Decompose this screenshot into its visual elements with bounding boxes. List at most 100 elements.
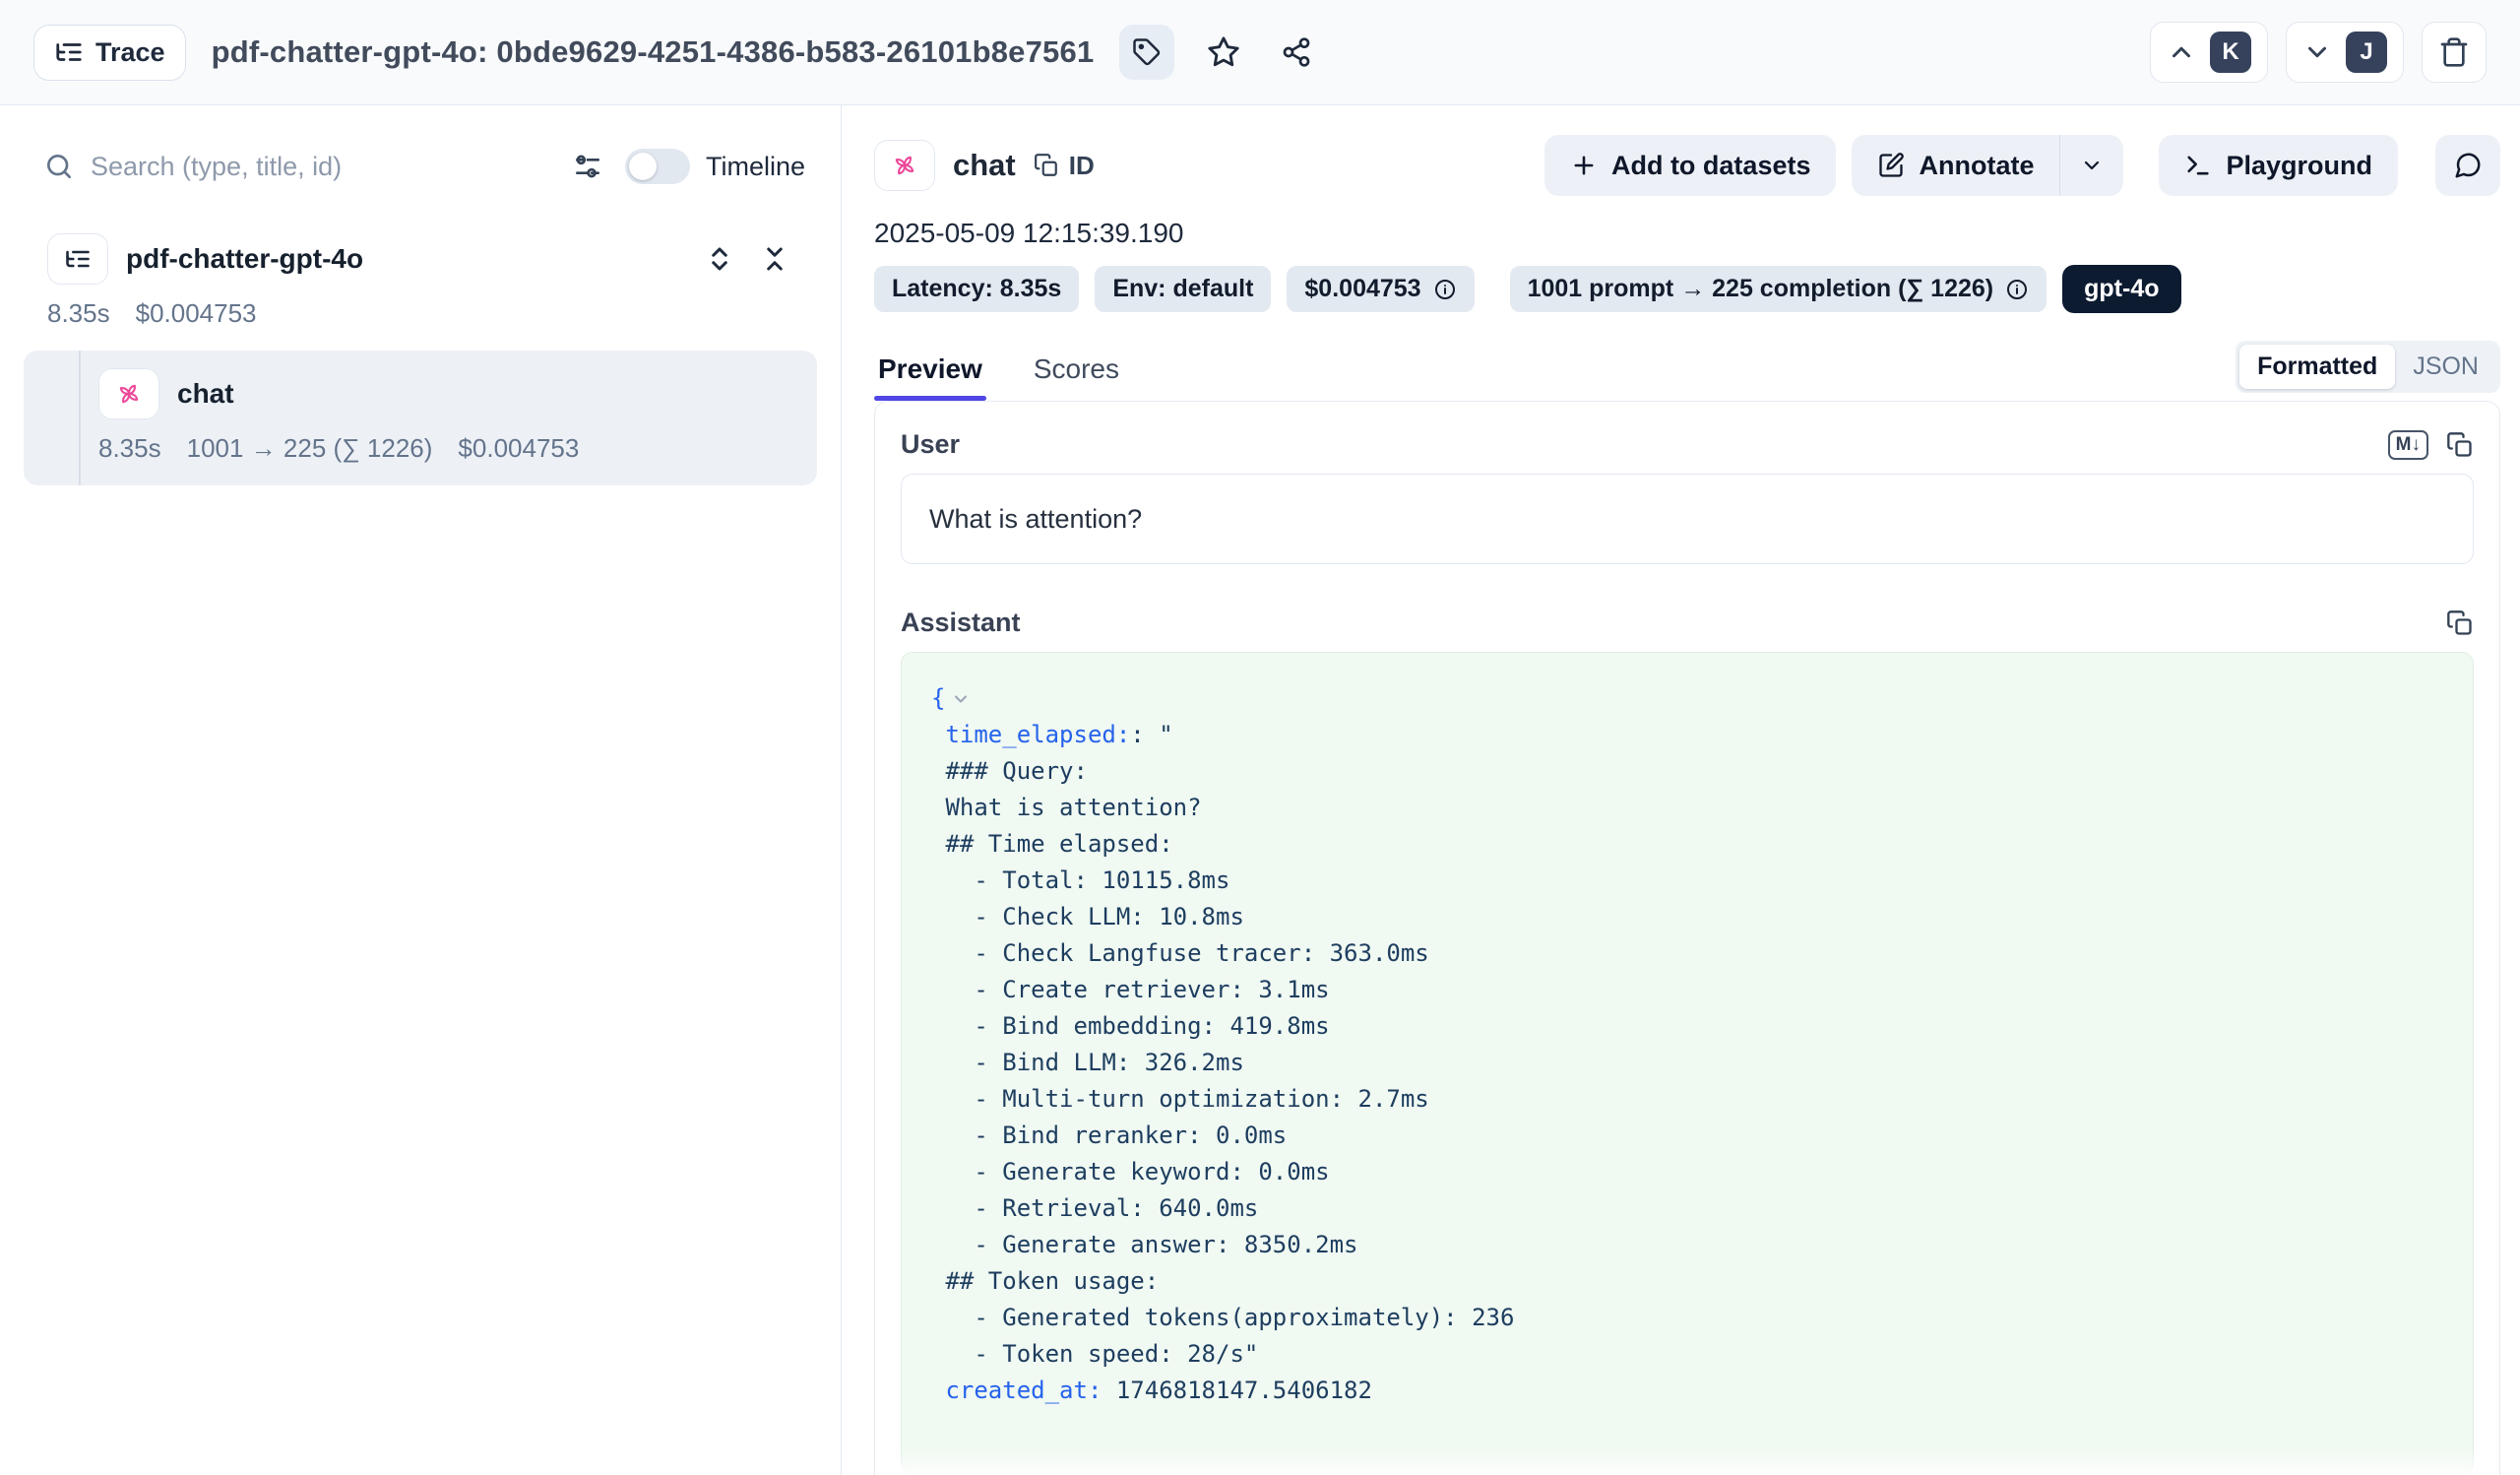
trace-node-stats: 8.35s $0.004753 [24,285,817,329]
avatar: K [2210,32,2251,73]
share-button[interactable] [1273,29,1320,76]
list-tree-icon [54,37,84,67]
user-message-content: What is attention? [901,474,2474,564]
collapse-json-icon[interactable] [951,689,971,709]
json-code-lines: time_elapsed:: " ### Query: What is atte… [931,717,2443,1409]
assistant-section-header: Assistant [901,608,2474,638]
formatted-toggle-option[interactable]: Formatted [2239,345,2395,389]
tree-item-trace[interactable]: pdf-chatter-gpt-4o [24,233,817,285]
observation-actions: Add to datasets Annotate [1544,135,2500,196]
observation-timestamp: 2025-05-09 12:15:39.190 [874,218,2500,249]
code-line: - Check LLM: 10.8ms [931,899,2443,935]
bookmark-star-button[interactable] [1200,29,1247,76]
observation-title: chat [953,148,1016,183]
io-preview-panel: User M↓ What is attention? Assistant [874,401,2500,1475]
star-icon [1207,35,1240,69]
generation-icon [98,368,159,419]
token-usage-badge[interactable]: 1001 prompt → 225 completion (∑ 1226) [1510,266,2048,312]
trace-latency: 8.35s [47,298,110,329]
comments-button[interactable] [2435,135,2500,196]
trace-type-badge[interactable]: Trace [33,25,186,81]
latency-badge: Latency: 8.35s [874,266,1079,312]
annotate-dropdown-button[interactable] [2059,135,2123,196]
annotate-split-button: Annotate [1852,135,2123,196]
code-line: created_at: 1746818147.5406182 [931,1373,2443,1409]
chat-cost: $0.004753 [458,433,579,464]
tag-icon [1132,37,1162,67]
collapse-all-icon[interactable] [756,240,793,278]
trace-node-icon [47,233,108,285]
code-line: - Retrieval: 640.0ms [931,1190,2443,1227]
copy-icon [2446,431,2474,459]
search-input[interactable] [91,152,556,182]
code-line: - Bind embedding: 419.8ms [931,1008,2443,1045]
edit-icon [1877,152,1905,179]
copy-id-button[interactable]: ID [1034,151,1095,181]
tags-button[interactable] [1119,25,1174,80]
trace-node-name: pdf-chatter-gpt-4o [126,243,363,275]
code-line: - Multi-turn optimization: 2.7ms [931,1081,2443,1118]
delete-trace-button[interactable] [2422,22,2487,83]
copy-icon [1034,153,1059,178]
plus-icon [1570,152,1598,179]
code-line: - Create retriever: 3.1ms [931,972,2443,1008]
tree-guide-line [79,351,81,485]
comment-bubble-icon [2453,151,2483,180]
terminal-icon [2184,152,2212,179]
next-trace-button[interactable]: J [2286,22,2404,83]
add-to-datasets-button[interactable]: Add to datasets [1544,135,1837,196]
code-line: - Token speed: 28/s" [931,1336,2443,1373]
chevron-down-icon [2080,154,2104,177]
code-line: time_elapsed:: " [931,717,2443,753]
annotate-button[interactable]: Annotate [1852,135,2059,196]
cost-badge[interactable]: $0.004753 [1287,266,1474,312]
chat-node-stats: 8.35s 1001 → 225 (∑ 1226) $0.004753 [47,419,793,464]
code-line: ## Token usage: [931,1263,2443,1300]
trace-badge-label: Trace [95,37,165,68]
code-line: ## Time elapsed: [931,826,2443,863]
tree-search-row: Timeline [0,135,841,198]
chat-tokens: 1001 → 225 (∑ 1226) [187,433,433,464]
playground-button[interactable]: Playground [2159,135,2398,196]
prev-trace-button[interactable]: K [2150,22,2268,83]
env-badge: Env: default [1095,266,1271,312]
render-mode-toggle: Formatted JSON [2236,341,2500,393]
page-title: pdf-chatter-gpt-4o: 0bde9629-4251-4386-b… [212,34,1095,70]
markdown-toggle-icon[interactable]: M↓ [2388,430,2428,460]
code-line: - Total: 10115.8ms [931,863,2443,899]
info-icon [1433,278,1457,301]
code-line: What is attention? [931,790,2443,826]
user-section-header: User M↓ [901,429,2474,460]
tree-settings-icon[interactable] [572,151,603,182]
expand-all-icon[interactable] [701,240,738,278]
code-line: - Bind LLM: 326.2ms [931,1045,2443,1081]
model-badge[interactable]: gpt-4o [2062,265,2180,313]
tab-scores[interactable]: Scores [1030,353,1123,401]
copy-assistant-content-button[interactable] [2446,609,2474,637]
topbar: Trace pdf-chatter-gpt-4o: 0bde9629-4251-… [0,0,2520,105]
chevron-up-icon [2167,37,2196,67]
observation-tree: pdf-chatter-gpt-4o 8.35s $0.004753 [0,198,841,485]
copy-user-content-button[interactable] [2446,431,2474,459]
trace-tree-sidebar: Timeline pdf-chatter-gpt-4o [0,105,842,1475]
timeline-toggle[interactable] [625,149,690,184]
code-line: ### Query: [931,753,2443,790]
detail-tabs: Preview Scores Formatted JSON [874,341,2500,401]
search-icon [43,151,75,182]
copy-icon [2446,609,2474,637]
tree-item-chat-selected[interactable]: chat 8.35s 1001 → 225 (∑ 1226) $0.004753 [24,351,817,485]
langfuse-trace-view: Trace pdf-chatter-gpt-4o: 0bde9629-4251-… [0,0,2520,1475]
avatar: J [2346,32,2387,73]
trash-icon [2438,36,2470,68]
observation-header: chat ID Add to datasets [874,135,2500,196]
observation-badges: Latency: 8.35s Env: default $0.004753 10… [874,265,2500,313]
chat-latency: 8.35s [98,433,161,464]
json-toggle-option[interactable]: JSON [2395,345,2496,389]
assistant-section-label: Assistant [901,608,1021,638]
chevron-down-icon [2302,37,2332,67]
user-section-label: User [901,429,960,460]
code-line: - Generate keyword: 0.0ms [931,1154,2443,1190]
share-icon [1281,36,1312,68]
tab-preview[interactable]: Preview [874,353,986,401]
json-open-brace: { [931,680,945,717]
